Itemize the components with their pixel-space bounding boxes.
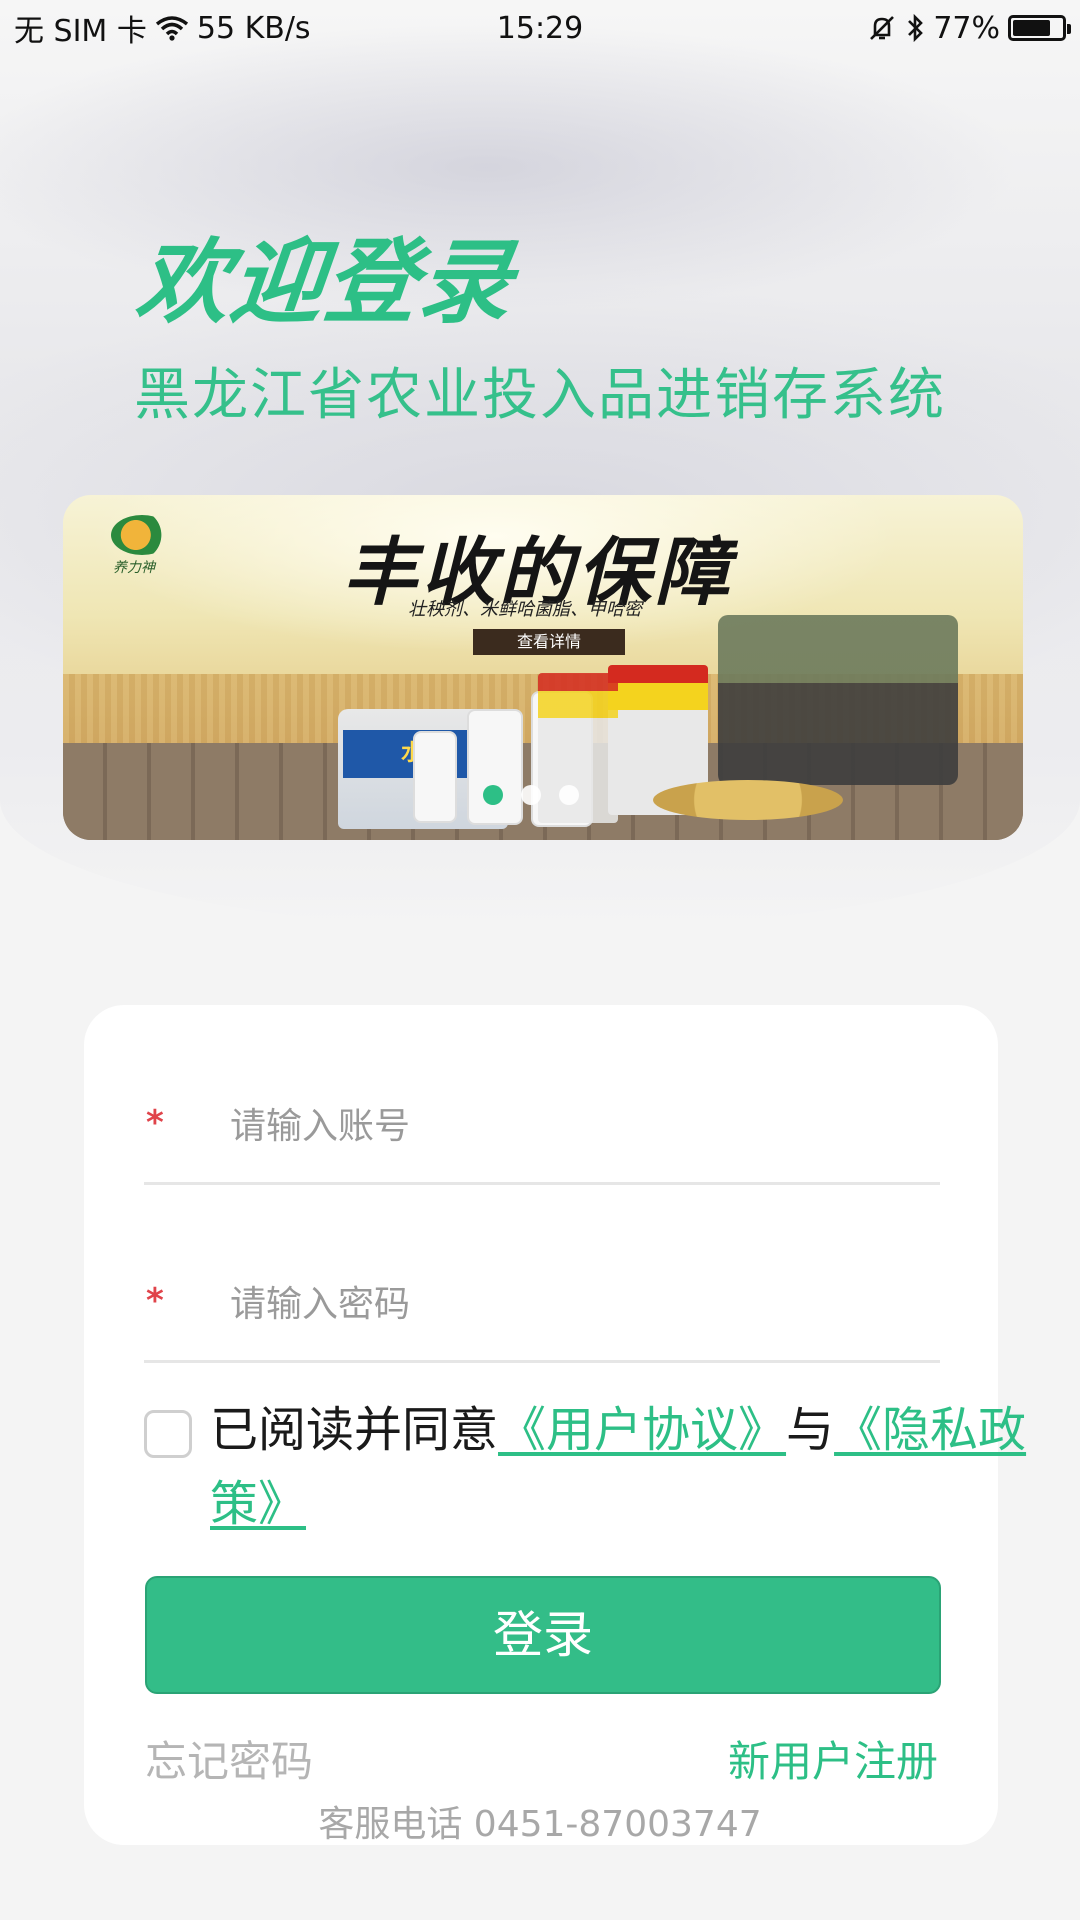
password-input[interactable] bbox=[228, 1279, 908, 1329]
account-input[interactable] bbox=[228, 1101, 908, 1151]
soybeans-image bbox=[653, 780, 843, 820]
status-bar: 无 SIM 卡 55 KB/s 15:29 77% bbox=[0, 0, 1080, 56]
service-phone: 客服电话 0451-87003747 bbox=[318, 1804, 762, 1845]
product-bottle-image bbox=[467, 709, 523, 825]
required-mark: * bbox=[146, 1281, 164, 1321]
promo-banner[interactable]: 养力神 丰收的保障 壮秧剂、米鲜哈菌脂、甲哈密 查看详情 水稻 bbox=[63, 495, 1023, 840]
carousel-indicators bbox=[483, 785, 579, 805]
status-right: 77% bbox=[867, 10, 1071, 46]
brand-logo-icon bbox=[111, 515, 173, 555]
product-bottle-image bbox=[413, 731, 457, 823]
harvester-image bbox=[718, 615, 958, 785]
welcome-title: 欢迎登录 bbox=[131, 229, 519, 336]
vibrate-off-icon bbox=[867, 13, 897, 43]
battery-level-fill bbox=[1013, 20, 1050, 36]
carousel-dot[interactable] bbox=[521, 785, 541, 805]
forgot-password-link[interactable]: 忘记密码 bbox=[145, 1728, 313, 1789]
required-mark: * bbox=[146, 1103, 164, 1143]
battery-icon bbox=[1008, 15, 1071, 41]
carousel-dot[interactable] bbox=[559, 785, 579, 805]
system-name: 黑龙江省农业投入品进销存系统 bbox=[134, 363, 946, 428]
bluetooth-icon bbox=[905, 13, 925, 43]
login-button[interactable]: 登录 bbox=[145, 1576, 941, 1694]
net-speed-text: 55 KB/s bbox=[196, 10, 311, 46]
battery-percent-text: 77% bbox=[933, 10, 1000, 46]
status-left: 无 SIM 卡 55 KB/s bbox=[14, 6, 311, 50]
register-link[interactable]: 新用户注册 bbox=[728, 1728, 938, 1789]
brand-name: 养力神 bbox=[113, 560, 155, 576]
agree-checkbox[interactable] bbox=[144, 1410, 192, 1458]
agree-join: 与 bbox=[786, 1402, 835, 1458]
banner-detail-button[interactable]: 查看详情 bbox=[473, 629, 625, 655]
user-agreement-link[interactable]: 《用户协议》 bbox=[498, 1402, 786, 1458]
carrier-text: 无 SIM 卡 bbox=[14, 14, 147, 49]
carousel-dot[interactable] bbox=[483, 785, 503, 805]
account-field: * bbox=[144, 1065, 940, 1185]
agree-prefix: 已阅读并同意 bbox=[210, 1402, 499, 1458]
banner-tagline: 壮秧剂、米鲜哈菌脂、甲哈密 bbox=[408, 599, 642, 620]
wifi-icon bbox=[155, 15, 189, 41]
agreement-text: 已阅读并同意《用户协议》与《隐私政策》 bbox=[210, 1393, 1030, 1541]
password-field: * bbox=[144, 1243, 940, 1363]
